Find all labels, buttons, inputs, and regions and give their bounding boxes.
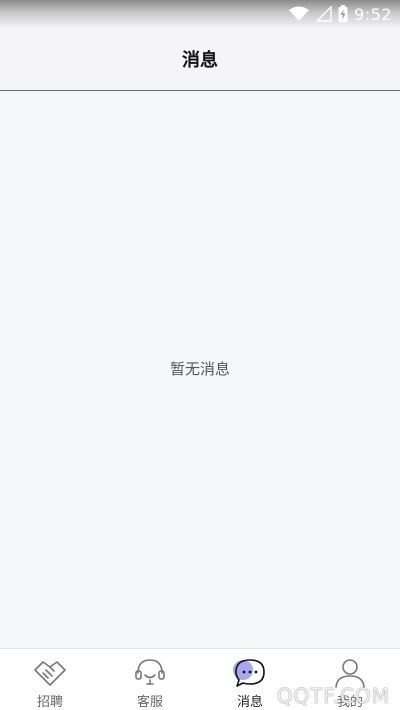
nav-header: 消息 bbox=[0, 28, 400, 91]
status-bar: 9:52 bbox=[0, 0, 400, 28]
signal-icon bbox=[316, 6, 332, 22]
status-time: 9:52 bbox=[354, 4, 392, 24]
tab-label: 客服 bbox=[136, 695, 163, 710]
bottom-tab-bar: 招聘 客服 消息 我的 QQTF.COM bbox=[0, 648, 400, 710]
handshake-icon bbox=[32, 657, 68, 689]
page-title: 消息 bbox=[182, 50, 218, 71]
tab-label: 招聘 bbox=[36, 695, 63, 710]
battery-charging-icon bbox=[338, 5, 348, 23]
tab-recruit[interactable]: 招聘 bbox=[0, 649, 100, 710]
tab-customer-service[interactable]: 客服 bbox=[100, 649, 200, 710]
chat-bubble-icon bbox=[232, 657, 268, 689]
message-list-area: 暂无消息 bbox=[0, 92, 400, 648]
empty-state-text: 暂无消息 bbox=[169, 360, 230, 378]
tab-label: 消息 bbox=[236, 695, 263, 710]
headset-icon bbox=[132, 657, 168, 689]
wifi-icon bbox=[288, 6, 310, 22]
watermark-text: QQTF.COM bbox=[276, 684, 390, 708]
